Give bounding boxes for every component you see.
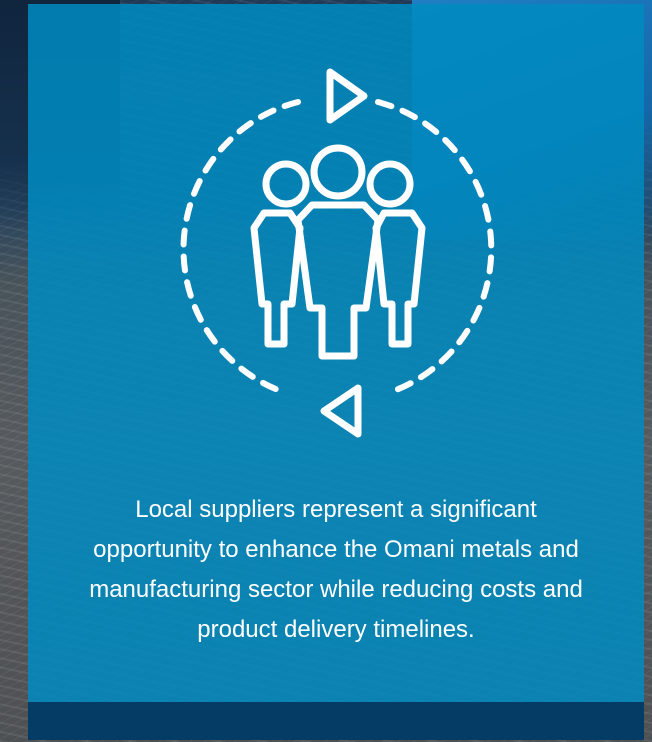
caption-line: opportunity to enhance the Omani metals … [93,536,579,563]
caption-line: product delivery timelines. [197,616,475,643]
people-group [250,144,426,360]
caption-line: manufacturing sector while reducing cost… [89,576,583,603]
arrow-left-icon [320,384,362,438]
info-card: Local suppliers represent a significant … [28,4,644,740]
people-cycle-icon [168,60,508,440]
arrow-right-icon [326,68,368,124]
caption-line: Local suppliers represent a significant [135,496,537,523]
caption-text: Local suppliers represent a significant … [48,490,624,650]
card-footer-bar [28,702,644,740]
